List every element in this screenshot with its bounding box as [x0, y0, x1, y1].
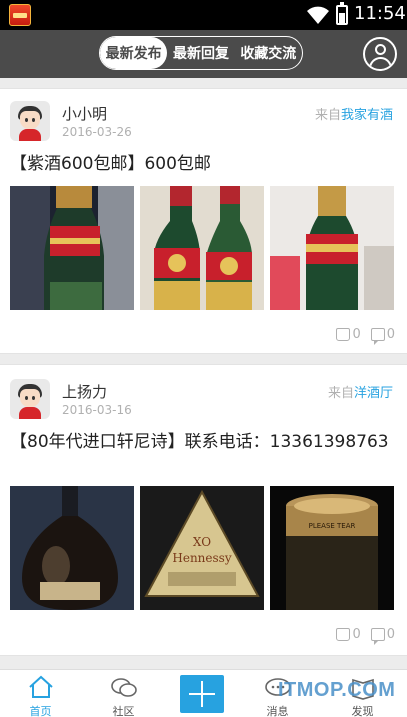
post-title[interactable]: 【80年代进口轩尼诗】联系电话：13361398763	[10, 429, 400, 455]
comment-icon	[370, 628, 385, 645]
comment-count: 0	[386, 627, 395, 642]
post-source: 来自洋酒厅	[328, 382, 393, 401]
avatar[interactable]	[10, 379, 50, 419]
feed-segmented-control: 最新发布 最新回复 收藏交流	[99, 36, 303, 70]
app-header: 最新发布 最新回复 收藏交流	[0, 30, 407, 78]
battery-icon	[336, 2, 348, 25]
like-button[interactable]: 0	[336, 627, 361, 642]
source-link[interactable]: 我家有酒	[341, 108, 393, 123]
svg-text:Hennessy: Hennessy	[172, 551, 231, 565]
thumbs-up-icon	[336, 628, 351, 641]
source-prefix: 来自	[327, 386, 354, 401]
watermark: ITMOP.COM	[278, 679, 396, 701]
svg-text:PLEASE TEAR: PLEASE TEAR	[309, 522, 356, 530]
status-bar: 11:54	[0, 0, 407, 30]
comment-button[interactable]: 0	[370, 327, 395, 345]
svg-text:XO: XO	[193, 535, 211, 549]
post-card[interactable]: 小小明 2016-03-26 来自我家有酒 【紫酒600包邮】600包邮 0 0	[0, 88, 407, 354]
post-stats: 0 0	[336, 327, 395, 345]
home-icon	[29, 675, 53, 698]
post-username[interactable]: 上扬力	[62, 381, 107, 402]
thumbs-up-icon	[336, 328, 351, 341]
nav-home[interactable]: 首页	[0, 670, 81, 717]
source-link[interactable]: 洋酒厅	[354, 386, 393, 401]
wifi-icon	[307, 6, 329, 24]
like-count: 0	[352, 627, 361, 642]
nav-community[interactable]: 社区	[83, 670, 164, 717]
status-time: 11:54	[354, 3, 406, 24]
chat-bubbles-icon	[111, 678, 137, 697]
user-icon	[375, 44, 386, 55]
like-button[interactable]: 0	[336, 327, 361, 342]
tab-latest-replies[interactable]: 最新回复	[167, 37, 234, 69]
nav-label: 社区	[112, 705, 135, 717]
comment-button[interactable]: 0	[370, 627, 395, 645]
post-title[interactable]: 【紫酒600包邮】600包邮	[10, 151, 400, 177]
post-date: 2016-03-16	[62, 403, 132, 417]
comment-count: 0	[386, 327, 395, 342]
post-image[interactable]: XO Hennessy	[140, 486, 264, 610]
tab-favorites[interactable]: 收藏交流	[235, 37, 302, 69]
post-username[interactable]: 小小明	[62, 103, 107, 124]
post-source: 来自我家有酒	[315, 104, 393, 123]
post-image[interactable]	[140, 186, 264, 310]
add-post-button[interactable]	[180, 675, 224, 713]
like-count: 0	[352, 327, 361, 342]
app-notification-icon	[9, 4, 31, 26]
post-image[interactable]	[270, 186, 394, 310]
post-image[interactable]	[10, 486, 134, 610]
post-image[interactable]	[10, 186, 134, 310]
profile-button[interactable]	[363, 37, 397, 71]
post-image[interactable]: PLEASE TEAR	[270, 486, 394, 610]
tab-latest-posts[interactable]: 最新发布	[100, 37, 168, 69]
post-card[interactable]: 上扬力 2016-03-16 来自洋酒厅 【80年代进口轩尼诗】联系电话：133…	[0, 364, 407, 656]
comment-icon	[370, 328, 385, 345]
nav-label: 首页	[29, 705, 52, 717]
post-date: 2016-03-26	[62, 125, 132, 139]
nav-label: 发现	[351, 705, 374, 717]
avatar[interactable]	[10, 101, 50, 141]
post-stats: 0 0	[336, 627, 395, 645]
source-prefix: 来自	[314, 108, 341, 123]
nav-label: 消息	[266, 705, 289, 717]
